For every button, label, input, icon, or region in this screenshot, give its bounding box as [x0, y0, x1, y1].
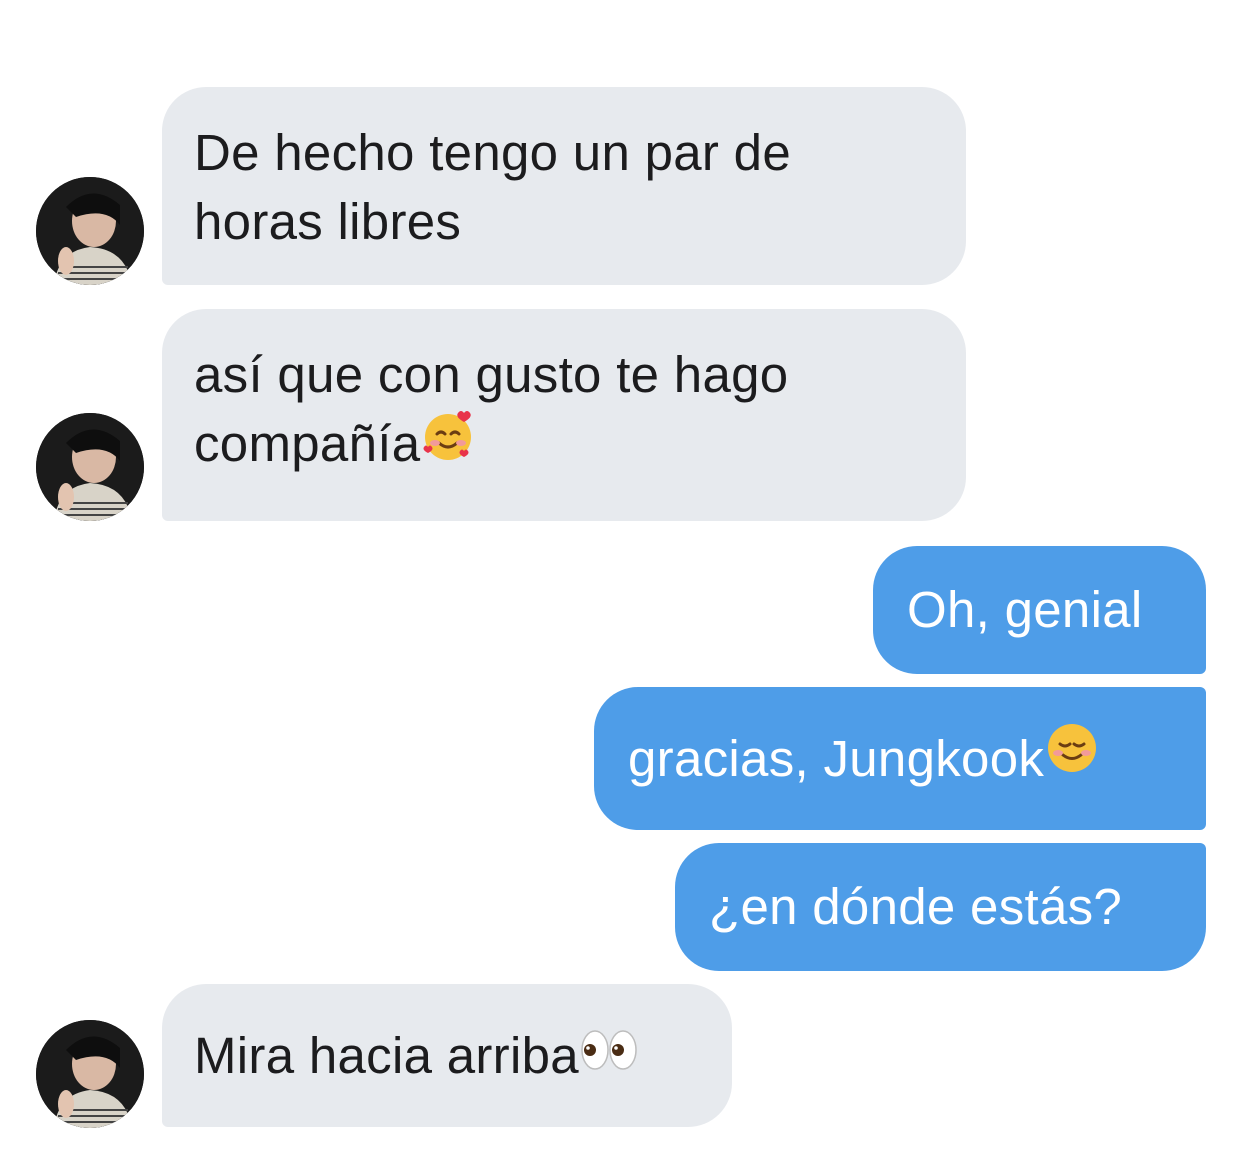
message-bubble-incoming[interactable]: así que con gusto te hago compañía: [162, 309, 966, 521]
message-text: ¿en dónde estás?: [709, 878, 1123, 935]
message-text: gracias, Jungkook: [628, 730, 1045, 787]
message-bubble-outgoing[interactable]: gracias, Jungkook: [594, 687, 1206, 830]
message-text-line: horas libres: [194, 193, 462, 250]
contact-avatar[interactable]: [36, 413, 144, 521]
message-bubble-outgoing[interactable]: ¿en dónde estás?: [675, 843, 1206, 971]
contact-avatar[interactable]: [36, 177, 144, 285]
smiling-face-icon: [1044, 687, 1100, 830]
message-text-line: así que con gusto te hago: [194, 346, 789, 403]
message-bubble-outgoing[interactable]: Oh, genial: [873, 546, 1206, 674]
message-bubble-incoming[interactable]: Mira hacia arriba: [162, 984, 732, 1127]
message-bubble-incoming[interactable]: De hecho tengo un par de horas libres: [162, 87, 966, 285]
contact-avatar[interactable]: [36, 1020, 144, 1128]
eyes-icon: [579, 984, 639, 1127]
message-text: Mira hacia arriba: [194, 1027, 579, 1084]
chat-thread: De hecho tengo un par de horas libres as…: [0, 0, 1242, 1175]
message-text-line-with-emoji: compañía: [194, 409, 934, 484]
avatar-photo-icon: [36, 413, 144, 521]
message-text-line: De hecho tengo un par de: [194, 124, 791, 181]
message-text: Oh, genial: [907, 581, 1143, 638]
avatar-photo-icon: [36, 177, 144, 285]
smiling-face-with-hearts-icon: [420, 407, 476, 480]
message-text: compañía: [194, 415, 421, 472]
avatar-photo-icon: [36, 1020, 144, 1128]
